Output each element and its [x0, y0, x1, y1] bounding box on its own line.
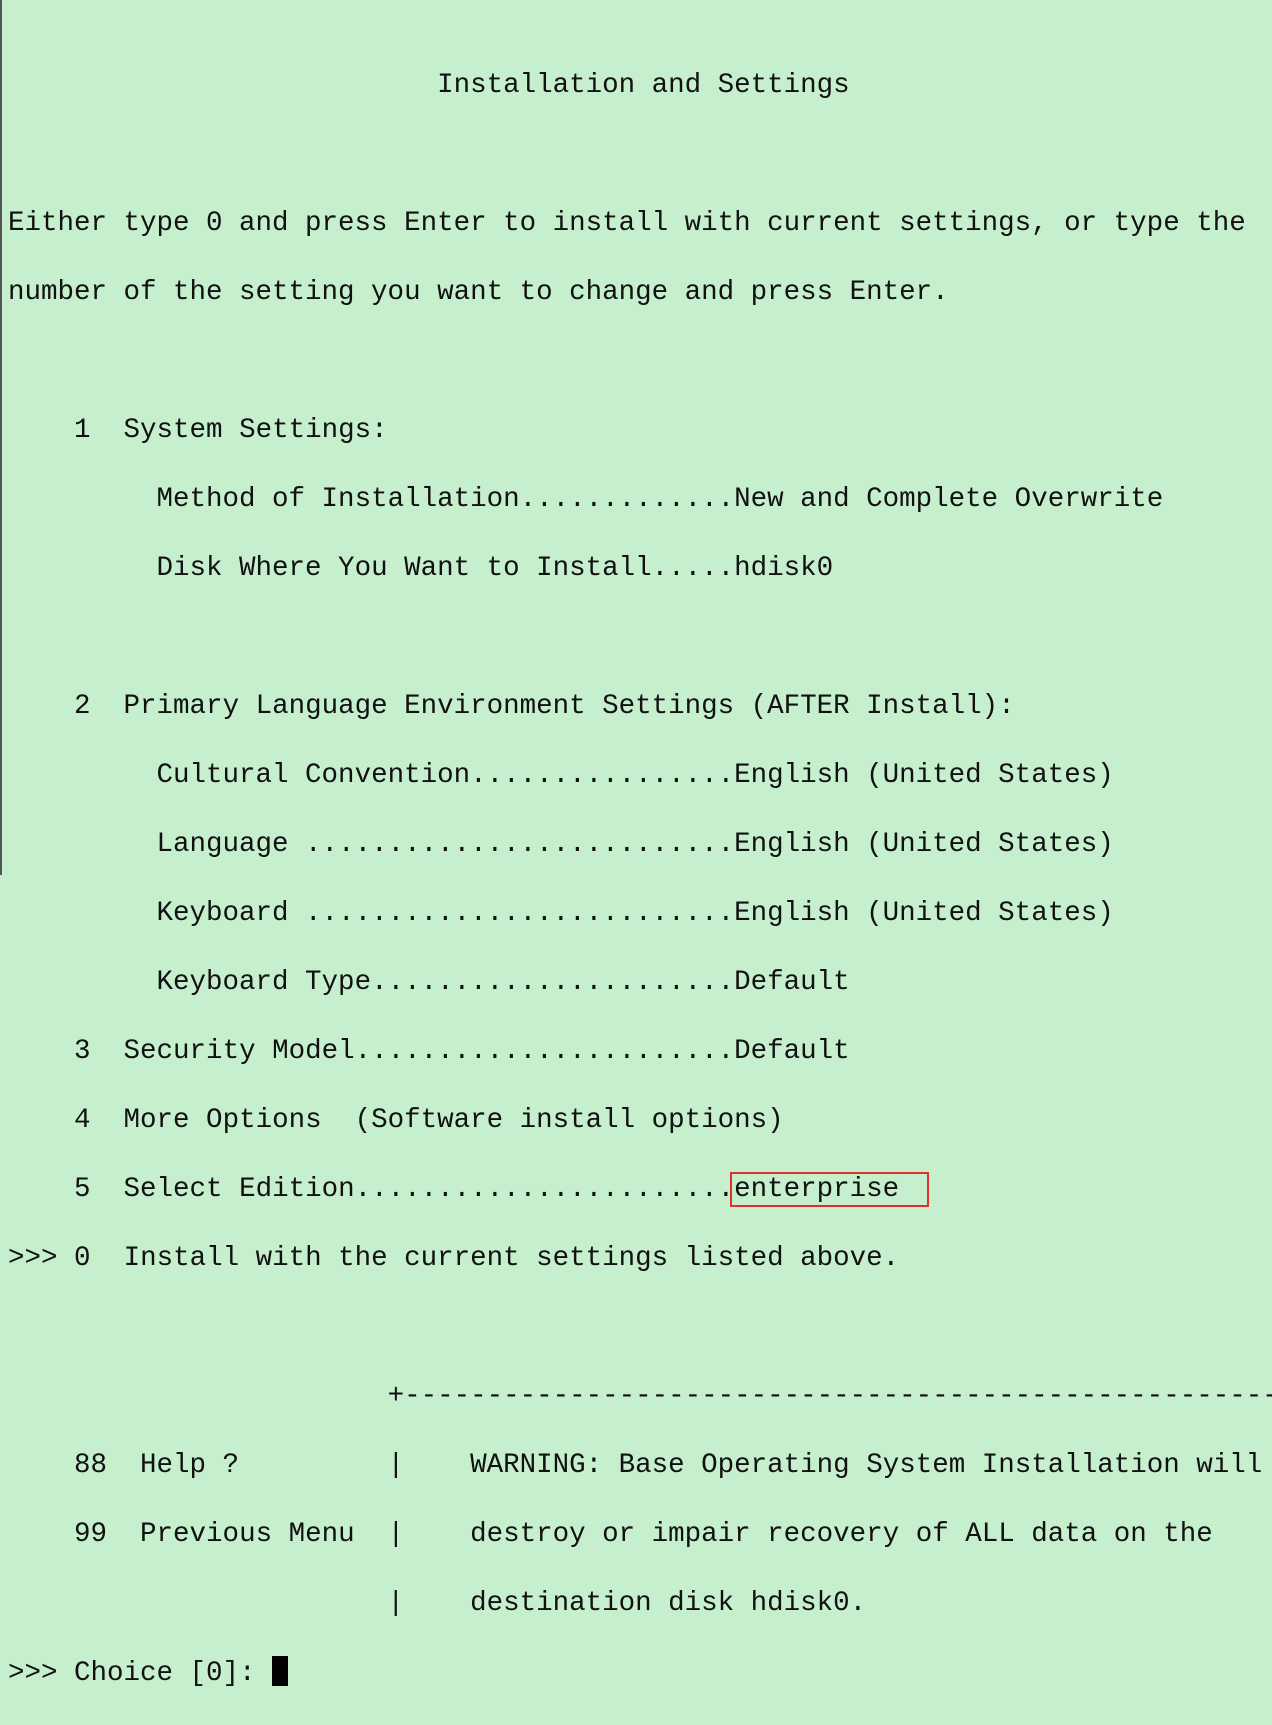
setting-value: New and Complete Overwrite [734, 483, 1164, 515]
setting-label: Language .......................... [156, 828, 735, 860]
edition-value-highlighted: enterprise [730, 1171, 930, 1207]
selection-marker: >>> [8, 1242, 58, 1274]
setting-value: English (United States) [734, 897, 1114, 929]
setting-value: English (United States) [734, 759, 1114, 791]
warning-line: destroy or impair recovery of ALL data o… [470, 1518, 1213, 1550]
terminal-window: Installation and Settings Either type 0 … [0, 0, 1272, 1689]
setting-label: Cultural Convention................ [156, 759, 735, 791]
choice-input[interactable]: >>> Choice [0]: [8, 1655, 1272, 1691]
option-label: System Settings: [123, 414, 388, 446]
option-number: 5 [74, 1173, 91, 1205]
setting-label: Keyboard .......................... [156, 897, 735, 929]
previous-menu-option[interactable]: 99 Previous Menu [8, 1519, 355, 1550]
option-number: 2 [74, 690, 91, 722]
warning-line: destination disk hdisk0. [470, 1587, 867, 1619]
option-number: 99 [74, 1518, 108, 1550]
setting-keyboard: Keyboard ..........................Engli… [8, 897, 1272, 932]
option-label: Select Edition....................... [123, 1173, 735, 1205]
option-label: Security Model....................... [123, 1035, 735, 1067]
option-label: More Options (Software install options) [123, 1104, 784, 1136]
option-number: 4 [74, 1104, 91, 1136]
help-option[interactable]: 88 Help ? [8, 1450, 239, 1481]
option-label: Primary Language Environment Settings (A… [123, 690, 1015, 722]
instruction-line: number of the setting you want to change… [8, 276, 949, 308]
page-title: Installation and Settings [437, 69, 850, 101]
menu-option-2[interactable]: 2 Primary Language Environment Settings … [8, 690, 1272, 725]
instruction-line: Either type 0 and press Enter to install… [8, 207, 1246, 239]
option-number: 3 [74, 1035, 91, 1067]
setting-disk: Disk Where You Want to Install.....hdisk… [8, 552, 1272, 587]
menu-option-4[interactable]: 4 More Options (Software install options… [8, 1104, 1272, 1139]
divider-line: +---------------------------------------… [387, 1380, 1272, 1412]
terminal-screen: Installation and Settings Either type 0 … [8, 34, 1272, 1725]
setting-label: Keyboard Type...................... [156, 966, 735, 998]
choice-prompt: >>> Choice [0]: [8, 1657, 273, 1689]
setting-language: Language ..........................Engli… [8, 828, 1272, 863]
option-label: Help ? [140, 1449, 240, 1481]
setting-value: hdisk0 [734, 552, 834, 584]
option-number: 88 [74, 1449, 108, 1481]
setting-method: Method of Installation.............New a… [8, 483, 1272, 518]
setting-label: Method of Installation............. [156, 483, 735, 515]
warning-line: WARNING: Base Operating System Installat… [470, 1449, 1263, 1481]
option-label: Previous Menu [140, 1518, 355, 1550]
option-label: Install with the current settings listed… [123, 1242, 900, 1274]
setting-cultural: Cultural Convention................Engli… [8, 759, 1272, 794]
setting-label: Disk Where You Want to Install..... [156, 552, 735, 584]
setting-value: English (United States) [734, 828, 1114, 860]
option-number: 0 [74, 1242, 91, 1274]
option-number: 1 [74, 414, 91, 446]
menu-option-1[interactable]: 1 System Settings: [8, 414, 1272, 449]
text-cursor [272, 1655, 289, 1686]
setting-value: Default [734, 966, 850, 998]
setting-value: Default [734, 1035, 850, 1067]
menu-option-5[interactable]: 5 Select Edition.......................e… [8, 1171, 1272, 1208]
setting-keyboard-type: Keyboard Type......................Defau… [8, 966, 1272, 1001]
menu-option-0[interactable]: >>> 0 Install with the current settings … [8, 1242, 1272, 1277]
menu-option-3[interactable]: 3 Security Model.......................D… [8, 1035, 1272, 1070]
